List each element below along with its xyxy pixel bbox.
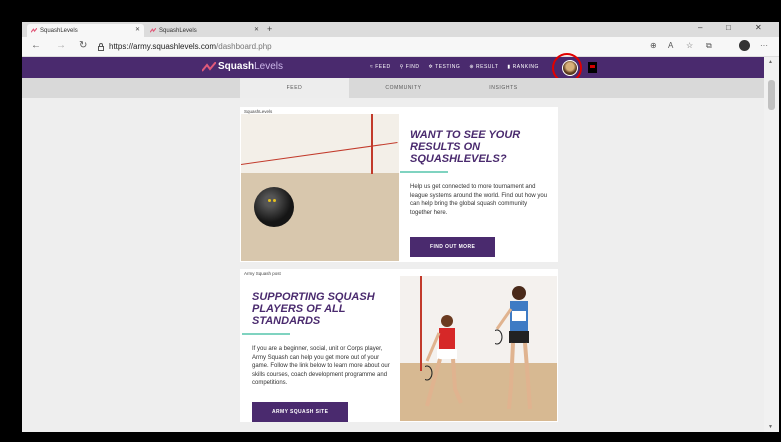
close-tab-icon[interactable]: ✕ xyxy=(254,26,259,33)
back-arrow-icon[interactable]: ← xyxy=(31,40,41,51)
card-headline: WANT TO SEE YOUR RESULTS ON SQUASHLEVELS… xyxy=(410,129,521,165)
url-path: /dashboard.php xyxy=(216,42,272,51)
squash-ball-image xyxy=(241,114,399,261)
favorite-star-icon[interactable]: ☆ xyxy=(686,41,693,50)
player-red-figure xyxy=(425,315,463,407)
logo-levels-text: Levels xyxy=(254,61,284,72)
nav-label: TESTING xyxy=(435,64,461,70)
page-scrollbar[interactable] xyxy=(764,57,779,432)
tab-feed[interactable]: FEED xyxy=(240,78,349,98)
squashlevels-favicon-icon xyxy=(31,28,37,33)
browser-window: SquashLevels ✕ SquashLevels ✕ + – □ ✕ ← … xyxy=(22,22,779,432)
feed-icon: ≈ xyxy=(370,64,374,70)
accent-divider xyxy=(242,333,290,335)
scroll-up-icon[interactable]: ▲ xyxy=(768,59,773,65)
card-text: SUPPORTING SQUASH PLAYERS OF ALL STANDAR… xyxy=(242,291,392,422)
nav-label: RESULT xyxy=(476,64,499,70)
browser-tab[interactable]: SquashLevels ✕ xyxy=(146,24,263,37)
nav-label: FIND xyxy=(405,64,420,70)
gear-icon: ✲ xyxy=(428,64,434,70)
find-out-more-button[interactable]: FIND OUT MORE xyxy=(410,237,496,257)
logo-squash-text: Squash xyxy=(218,61,255,72)
site-header: Squash Levels ≈ FEED ⚲ FIND ✲ TESTING ⊕ RESUL… xyxy=(22,53,764,83)
lock-icon[interactable] xyxy=(98,43,104,51)
card-source: Army Squash post xyxy=(244,271,281,276)
nav-testing[interactable]: ✲ TESTING xyxy=(428,64,460,70)
squashlevels-favicon-icon xyxy=(150,28,156,33)
army-badge-icon[interactable] xyxy=(588,62,597,73)
card-text: WANT TO SEE YOUR RESULTS ON SQUASHLEVELS… xyxy=(400,129,550,257)
bar-chart-icon: ▮ xyxy=(507,64,511,70)
accent-divider xyxy=(400,171,448,173)
close-window-button[interactable]: ✕ xyxy=(755,23,762,32)
main-nav: ≈ FEED ⚲ FIND ✲ TESTING ⊕ RESULT ▮ RANKING xyxy=(370,64,539,70)
card-headline: SUPPORTING SQUASH PLAYERS OF ALL STANDAR… xyxy=(252,291,375,327)
search-icon: ⚲ xyxy=(399,64,404,70)
reload-icon[interactable]: ↻ xyxy=(79,40,87,51)
squash-players-image xyxy=(400,276,557,421)
nav-result[interactable]: ⊕ RESULT xyxy=(469,64,498,70)
more-menu-icon[interactable]: ··· xyxy=(760,41,768,50)
logo-mark-icon xyxy=(202,61,216,72)
army-squash-site-button[interactable]: ARMY SQUASH SITE xyxy=(252,401,349,422)
nav-label: RANKING xyxy=(512,64,539,70)
nav-label: FEED xyxy=(375,64,391,70)
nav-ranking[interactable]: ▮ RANKING xyxy=(507,64,539,70)
maximize-button[interactable]: □ xyxy=(726,23,731,32)
card-body: Help us get connected to more tournament… xyxy=(410,184,548,216)
tab-community[interactable]: COMMUNITY xyxy=(349,78,458,98)
nav-find[interactable]: ⚲ FIND xyxy=(400,64,420,70)
new-tab-button[interactable]: + xyxy=(267,24,272,34)
address-bar[interactable]: https://army.squashlevels.com/dashboard.… xyxy=(109,42,272,51)
profile-avatar[interactable] xyxy=(739,40,750,51)
read-aloud-icon[interactable]: A xyxy=(668,41,673,50)
tab-insights[interactable]: INSIGHTS xyxy=(449,78,558,98)
scroll-down-icon[interactable]: ▼ xyxy=(768,424,773,430)
zoom-icon[interactable]: ⊕ xyxy=(650,41,657,50)
forward-arrow-icon[interactable]: → xyxy=(56,40,66,51)
browser-tab-active[interactable]: SquashLevels ✕ xyxy=(27,24,144,37)
feed-card: Army Squash post SUPPORTING SQUASH PLAYE… xyxy=(240,269,558,422)
sub-tabs: FEED COMMUNITY INSIGHTS xyxy=(22,78,764,98)
nav-feed[interactable]: ≈ FEED xyxy=(370,64,391,70)
scrollbar-thumb[interactable] xyxy=(768,80,775,110)
url-host: https://army.squashlevels.com xyxy=(109,42,217,51)
feed-card: SquashLevels WANT TO SEE YOUR RESULTS ON… xyxy=(240,107,558,262)
plus-circle-icon: ⊕ xyxy=(469,64,475,70)
card-body: If you are a beginner, social, unit or C… xyxy=(252,346,390,386)
tab-label: SquashLevels xyxy=(40,27,78,34)
close-tab-icon[interactable]: ✕ xyxy=(135,26,140,33)
player-blue-figure xyxy=(495,286,532,410)
address-toolbar: ← → ↻ https://army.squashlevels.com/dash… xyxy=(22,37,779,57)
collections-icon[interactable]: ⧉ xyxy=(706,41,712,51)
minimize-button[interactable]: – xyxy=(698,23,702,32)
tab-label: SquashLevels xyxy=(159,27,197,34)
tab-strip: SquashLevels ✕ SquashLevels ✕ + – □ ✕ xyxy=(22,22,779,37)
squashlevels-logo[interactable]: Squash Levels xyxy=(202,61,283,72)
